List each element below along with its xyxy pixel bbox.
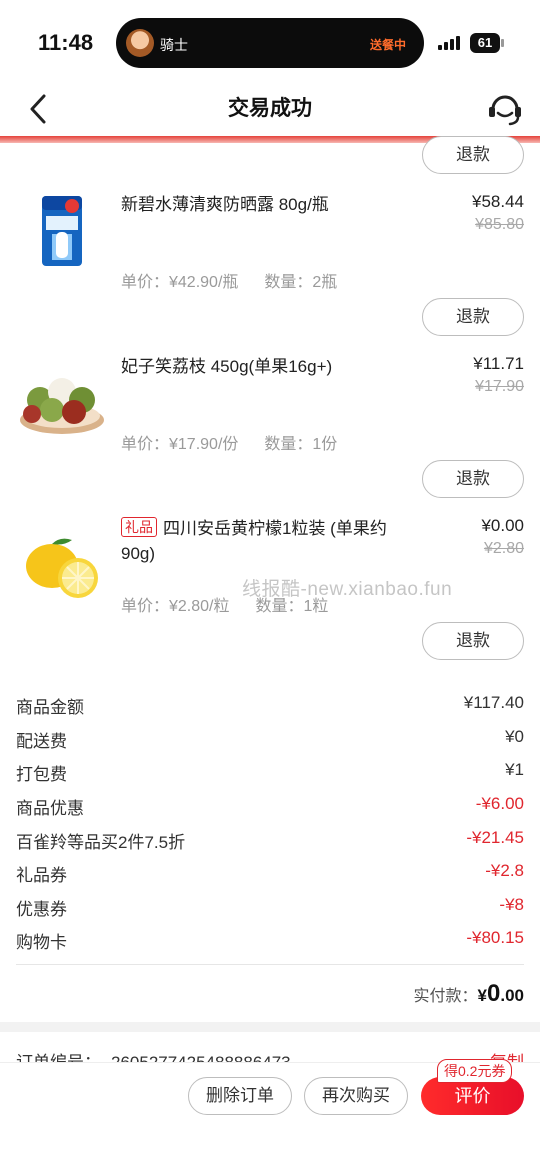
lemon-product-icon [26, 538, 98, 598]
rider-name: 骑士 [160, 37, 188, 53]
summary-value: -¥6.00 [475, 794, 524, 813]
item-unit-price: 单价：¥42.90/瓶 [121, 274, 239, 291]
item-title: 新碧水薄清爽防晒露 80g/瓶 [121, 195, 329, 214]
summary-value: -¥2.8 [485, 861, 524, 880]
refund-button[interactable]: 退款 [422, 136, 524, 174]
battery-level: 61 [470, 33, 500, 53]
summary-label: 优惠券 [16, 900, 67, 919]
rider-avatar [126, 29, 154, 57]
summary-row: 商品优惠 -¥6.00 [16, 794, 524, 820]
delivery-status: 送餐中 [369, 38, 406, 52]
summary-label: 商品优惠 [16, 799, 84, 818]
signal-icon [438, 36, 462, 50]
paid-decimal: .00 [500, 986, 524, 1005]
item-price: ¥58.44 [472, 192, 524, 211]
item-unit-price: 单价：¥2.80/粒 [121, 598, 230, 615]
summary-label: 商品金额 [16, 698, 84, 717]
paid-currency: ¥ [477, 986, 487, 1005]
summary-row: 商品金额 ¥117.40 [16, 693, 524, 719]
battery-icon: 61 [470, 33, 504, 53]
summary-label: 礼品券 [16, 866, 67, 885]
status-time: 11:48 [38, 30, 94, 55]
summary-value: ¥0 [505, 727, 524, 746]
summary-row: 礼品券 -¥2.8 [16, 861, 524, 887]
item-unit-info: 单价：¥42.90/瓶 数量：2瓶 [121, 268, 337, 292]
refund-button[interactable]: 退款 [422, 622, 524, 660]
dynamic-island[interactable]: 骑士 送餐中 [116, 18, 424, 68]
sunscreen-product-icon [42, 196, 82, 266]
item-price: ¥0.00 [481, 516, 524, 535]
item-unit-price: 单价：¥17.90/份 [121, 436, 239, 453]
item-original-price: ¥17.90 [475, 378, 524, 395]
customer-service-icon[interactable] [486, 88, 524, 128]
page-title: 交易成功 [228, 97, 312, 120]
nav-bar: 交易成功 [0, 86, 540, 136]
summary-value: ¥1 [505, 760, 524, 779]
summary-label: 百雀羚等品买2件7.5折 [16, 833, 186, 852]
section-gap [0, 1022, 540, 1032]
item-title: 妃子笑荔枝 450g(单果16g+) [121, 357, 333, 376]
item-quantity: 数量：2瓶 [264, 274, 338, 291]
item-title-text: 四川安岳黄柠檬1粒装 (单果约90g) [121, 519, 387, 563]
item-unit-info: 单价：¥17.90/份 数量：1份 [121, 430, 337, 454]
paid-label: 实付款： [413, 988, 478, 1005]
summary-row: 配送费 ¥0 [16, 727, 524, 753]
item-quantity: 数量：1份 [264, 436, 338, 453]
item-title: 礼品 四川安岳黄柠檬1粒装 (单果约90g) [121, 516, 411, 566]
summary-label: 打包费 [16, 765, 67, 784]
status-bar: 11:48 骑士 送餐中 61 [0, 0, 540, 86]
watermark: 线报酷-new.xianbao.fun [242, 579, 453, 600]
summary-label: 购物卡 [16, 933, 67, 952]
paid-integer: 0 [487, 980, 501, 1007]
gift-tag: 礼品 [121, 517, 157, 537]
summary-value: -¥80.15 [466, 928, 524, 947]
refund-button[interactable]: 退款 [422, 298, 524, 336]
item-original-price: ¥2.80 [483, 540, 524, 557]
item-price: ¥11.71 [473, 354, 524, 373]
summary-row: 打包费 ¥1 [16, 760, 524, 786]
summary-row: 优惠券 -¥8 [16, 895, 524, 921]
summary-label: 配送费 [16, 732, 67, 751]
item-original-price: ¥85.80 [475, 216, 524, 233]
summary-row: 购物卡 -¥80.15 [16, 928, 524, 954]
refund-button[interactable]: 退款 [422, 460, 524, 498]
summary-value: -¥8 [499, 895, 524, 914]
rebuy-button[interactable]: 再次购买 [304, 1077, 408, 1115]
delete-order-button[interactable]: 删除订单 [188, 1077, 292, 1115]
summary-row: 百雀羚等品买2件7.5折 -¥21.45 [16, 828, 524, 854]
summary-value: ¥117.40 [463, 693, 524, 712]
summary-value: -¥21.45 [466, 828, 524, 847]
divider [16, 964, 524, 965]
paid-total: 实付款：¥0.00 [414, 980, 524, 1008]
lychee-product-icon [20, 378, 104, 434]
coupon-badge: 得0.2元券 [437, 1059, 513, 1083]
bottom-action-bar: 删除订单 再次购买 评价 得0.2元券 [0, 1059, 540, 1174]
